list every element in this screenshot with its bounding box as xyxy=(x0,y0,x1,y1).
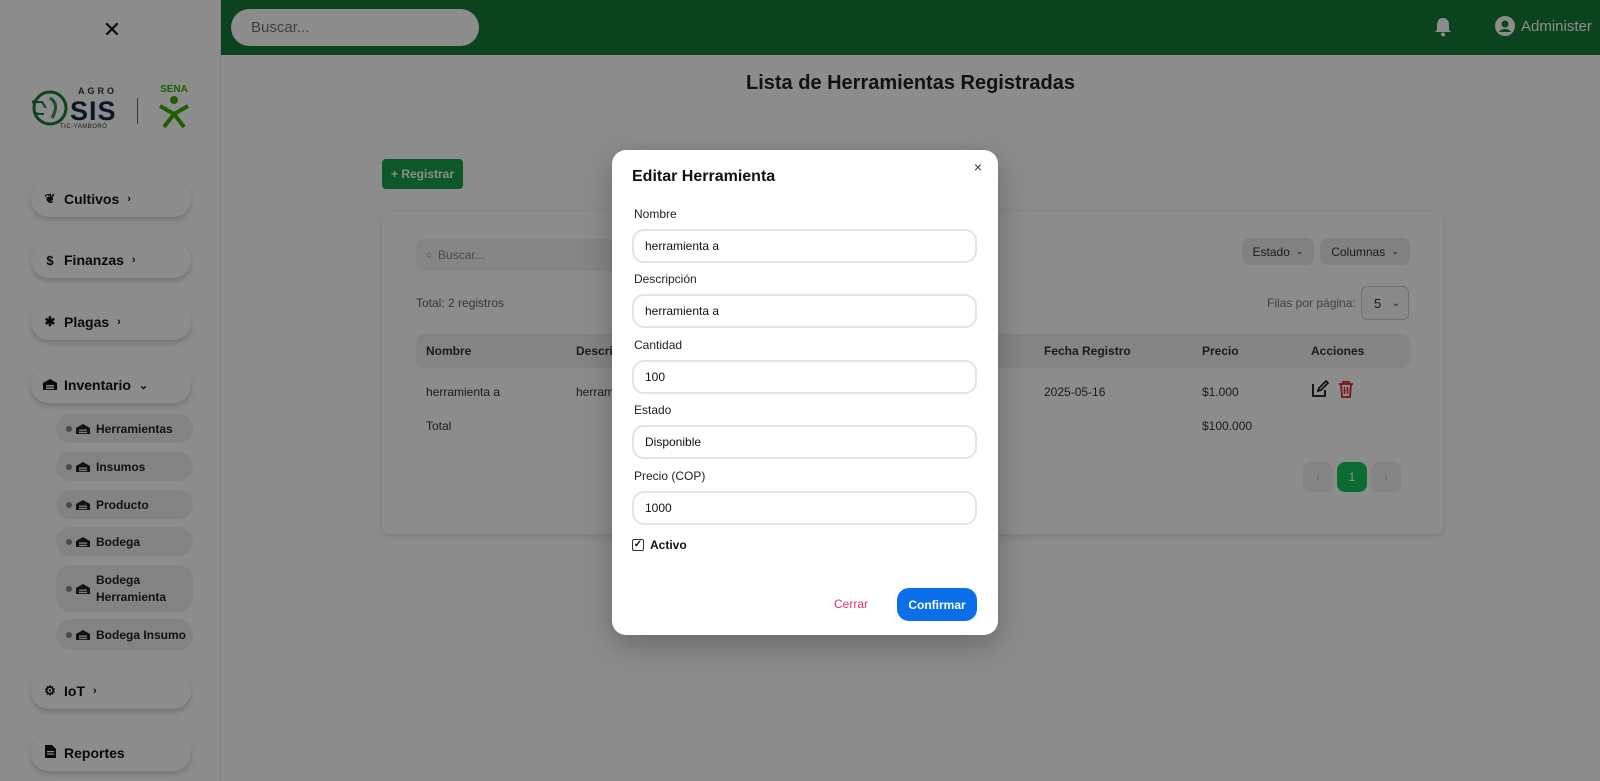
cantidad-label: Cantidad xyxy=(634,338,683,352)
descripcion-input[interactable] xyxy=(632,294,977,328)
cancel-button[interactable]: Cerrar xyxy=(826,588,876,620)
precio-label: Precio (COP) xyxy=(634,469,706,483)
edit-tool-modal: Editar Herramienta × Nombre Descripción … xyxy=(612,150,998,635)
modal-title: Editar Herramienta xyxy=(632,168,776,185)
nombre-label: Nombre xyxy=(634,207,677,221)
estado-label: Estado xyxy=(634,403,672,417)
descripcion-label: Descripción xyxy=(634,272,697,286)
checkbox-checked-icon[interactable]: ✓ xyxy=(632,539,644,551)
estado-input[interactable] xyxy=(632,425,977,459)
modal-close-icon[interactable]: × xyxy=(970,159,986,175)
confirm-button[interactable]: Confirmar xyxy=(897,588,977,621)
precio-input[interactable] xyxy=(632,491,977,525)
activo-checkbox[interactable]: ✓ Activo xyxy=(632,538,687,552)
nombre-input[interactable] xyxy=(632,229,977,263)
cantidad-input[interactable] xyxy=(632,360,977,394)
activo-label: Activo xyxy=(650,538,687,552)
